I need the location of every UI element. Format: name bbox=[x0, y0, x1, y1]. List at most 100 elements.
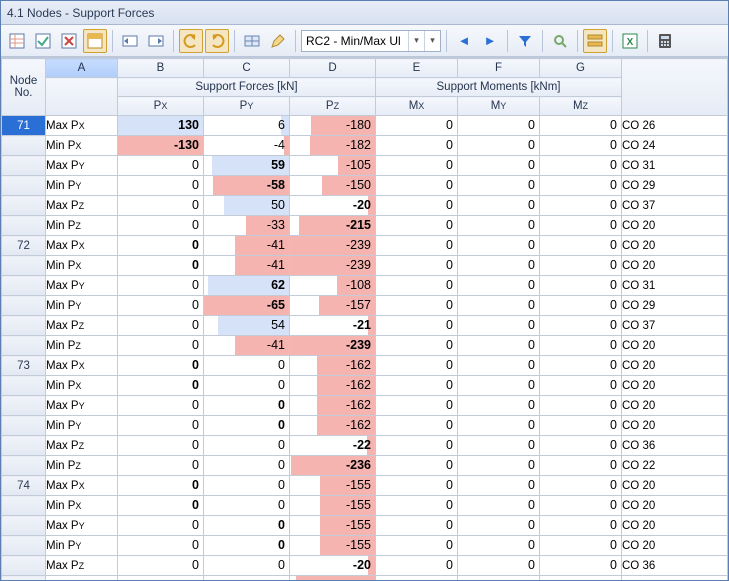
col-extra[interactable] bbox=[622, 59, 728, 116]
num-cell[interactable]: 0 bbox=[458, 536, 540, 556]
row-header[interactable] bbox=[2, 556, 46, 576]
num-cell[interactable]: 0 bbox=[118, 196, 204, 216]
num-cell[interactable]: 0 bbox=[540, 296, 622, 316]
num-cell[interactable]: 0 bbox=[458, 236, 540, 256]
num-cell[interactable]: -22 bbox=[290, 436, 376, 456]
col-py[interactable]: PY bbox=[204, 97, 290, 116]
co-cell[interactable]: CO 26 bbox=[622, 116, 728, 136]
num-cell[interactable]: 0 bbox=[376, 516, 458, 536]
tool-prev-row-icon[interactable] bbox=[118, 29, 142, 53]
num-cell[interactable]: 0 bbox=[458, 516, 540, 536]
num-cell[interactable]: 0 bbox=[458, 316, 540, 336]
row-label[interactable]: Min PZ bbox=[46, 456, 118, 476]
num-cell[interactable]: 0 bbox=[376, 156, 458, 176]
tool-next-row-icon[interactable] bbox=[144, 29, 168, 53]
num-cell[interactable]: 0 bbox=[458, 256, 540, 276]
num-cell[interactable]: -20 bbox=[290, 556, 376, 576]
num-cell[interactable]: 0 bbox=[540, 376, 622, 396]
num-cell[interactable]: -180 bbox=[290, 116, 376, 136]
tool-table-3-icon[interactable] bbox=[57, 29, 81, 53]
num-cell[interactable]: -236 bbox=[290, 456, 376, 476]
num-cell[interactable]: 0 bbox=[376, 296, 458, 316]
co-cell[interactable]: CO 36 bbox=[622, 556, 728, 576]
num-cell[interactable]: 0 bbox=[376, 136, 458, 156]
co-cell[interactable]: CO 24 bbox=[622, 136, 728, 156]
row-header[interactable] bbox=[2, 316, 46, 336]
row-label[interactable]: Max PX bbox=[46, 356, 118, 376]
row-header[interactable] bbox=[2, 416, 46, 436]
num-cell[interactable]: 0 bbox=[458, 336, 540, 356]
co-cell[interactable]: CO 20 bbox=[622, 496, 728, 516]
col-pz[interactable]: PZ bbox=[290, 97, 376, 116]
num-cell[interactable]: 0 bbox=[118, 536, 204, 556]
co-cell[interactable]: CO 20 bbox=[622, 236, 728, 256]
num-cell[interactable]: 0 bbox=[458, 116, 540, 136]
co-cell[interactable]: CO 31 bbox=[622, 156, 728, 176]
num-cell[interactable]: 0 bbox=[204, 556, 290, 576]
num-cell[interactable]: -182 bbox=[290, 136, 376, 156]
num-cell[interactable]: 0 bbox=[118, 156, 204, 176]
num-cell[interactable]: 0 bbox=[458, 556, 540, 576]
num-cell[interactable]: 0 bbox=[118, 356, 204, 376]
tool-nav-prev-icon[interactable]: ◄ bbox=[452, 29, 476, 53]
row-header[interactable] bbox=[2, 436, 46, 456]
row-label[interactable]: Max PY bbox=[46, 276, 118, 296]
row-label[interactable]: Max PZ bbox=[46, 196, 118, 216]
num-cell[interactable]: -41 bbox=[204, 236, 290, 256]
col-A[interactable]: A bbox=[46, 59, 118, 78]
row-header[interactable] bbox=[2, 176, 46, 196]
num-cell[interactable]: -223 bbox=[290, 576, 376, 581]
co-cell[interactable]: CO 31 bbox=[622, 276, 728, 296]
co-cell[interactable]: CO 20 bbox=[622, 336, 728, 356]
row-label[interactable]: Max PY bbox=[46, 396, 118, 416]
num-cell[interactable]: 0 bbox=[458, 356, 540, 376]
num-cell[interactable]: 0 bbox=[118, 376, 204, 396]
row-header[interactable]: 73 bbox=[2, 356, 46, 376]
col-C[interactable]: C bbox=[204, 59, 290, 78]
num-cell[interactable]: 54 bbox=[204, 316, 290, 336]
co-cell[interactable]: CO 20 bbox=[622, 536, 728, 556]
row-label[interactable]: Min PZ bbox=[46, 336, 118, 356]
num-cell[interactable]: 0 bbox=[118, 436, 204, 456]
num-cell[interactable]: 0 bbox=[204, 456, 290, 476]
num-cell[interactable]: 0 bbox=[376, 576, 458, 581]
tool-table-2-icon[interactable] bbox=[31, 29, 55, 53]
col-E[interactable]: E bbox=[376, 59, 458, 78]
num-cell[interactable]: 0 bbox=[376, 416, 458, 436]
tool-table-4-icon[interactable] bbox=[83, 29, 107, 53]
num-cell[interactable]: 0 bbox=[540, 136, 622, 156]
co-cell[interactable]: CO 20 bbox=[622, 396, 728, 416]
num-cell[interactable]: 0 bbox=[376, 536, 458, 556]
num-cell[interactable]: -4 bbox=[204, 136, 290, 156]
num-cell[interactable]: 0 bbox=[204, 536, 290, 556]
tool-redo-icon[interactable] bbox=[205, 29, 229, 53]
row-header[interactable] bbox=[2, 196, 46, 216]
num-cell[interactable]: -157 bbox=[290, 296, 376, 316]
co-cell[interactable]: CO 20 bbox=[622, 416, 728, 436]
num-cell[interactable]: 0 bbox=[458, 296, 540, 316]
num-cell[interactable]: 0 bbox=[540, 516, 622, 536]
num-cell[interactable]: -105 bbox=[290, 156, 376, 176]
num-cell[interactable]: 0 bbox=[540, 576, 622, 581]
row-label[interactable]: Max PX bbox=[46, 116, 118, 136]
num-cell[interactable]: -239 bbox=[290, 236, 376, 256]
row-header[interactable] bbox=[2, 136, 46, 156]
co-cell[interactable]: CO 20 bbox=[622, 476, 728, 496]
num-cell[interactable]: 0 bbox=[540, 356, 622, 376]
num-cell[interactable]: -155 bbox=[290, 516, 376, 536]
num-cell[interactable]: 0 bbox=[540, 196, 622, 216]
num-cell[interactable]: 0 bbox=[540, 456, 622, 476]
num-cell[interactable]: 0 bbox=[118, 336, 204, 356]
row-label[interactable]: Max PX bbox=[46, 236, 118, 256]
num-cell[interactable]: -41 bbox=[204, 256, 290, 276]
num-cell[interactable]: 0 bbox=[458, 216, 540, 236]
tool-table-1-icon[interactable] bbox=[5, 29, 29, 53]
col-F[interactable]: F bbox=[458, 59, 540, 78]
tool-excel-icon[interactable]: X bbox=[618, 29, 642, 53]
num-cell[interactable]: 0 bbox=[376, 556, 458, 576]
co-cell[interactable]: CO 22 bbox=[622, 576, 728, 581]
num-cell[interactable]: 6 bbox=[204, 116, 290, 136]
num-cell[interactable]: -20 bbox=[290, 196, 376, 216]
num-cell[interactable]: -58 bbox=[204, 176, 290, 196]
co-cell[interactable]: CO 20 bbox=[622, 516, 728, 536]
